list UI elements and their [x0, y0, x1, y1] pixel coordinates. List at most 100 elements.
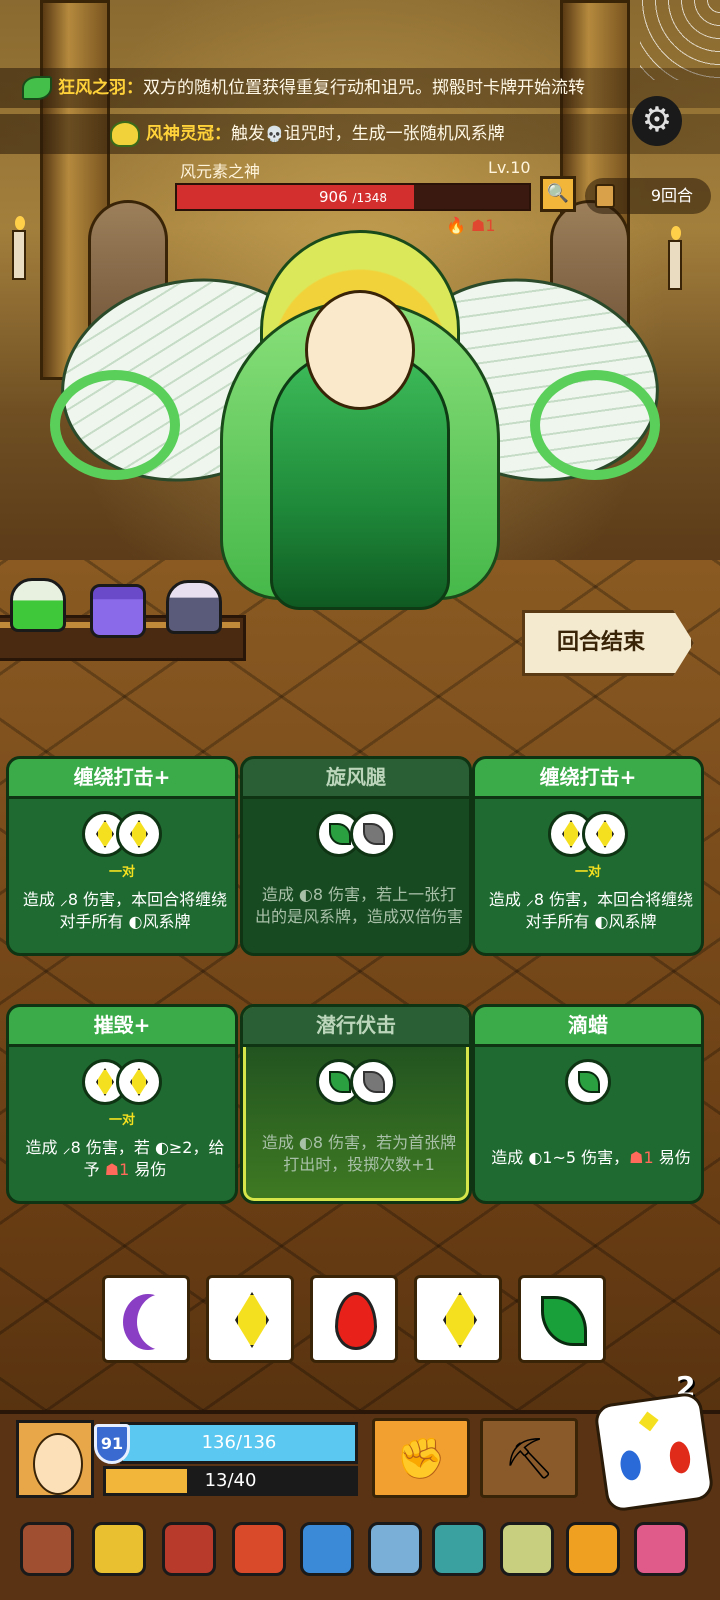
pair-label: 一对	[574, 865, 601, 880]
inspect-button[interactable]: 🔍	[540, 176, 576, 212]
dice-diamond[interactable]	[414, 1275, 502, 1363]
dice-slot	[350, 1059, 396, 1105]
candle-icon	[668, 226, 682, 290]
relic-name: 狂风之羽	[58, 78, 126, 98]
dice-slots	[475, 811, 701, 861]
boss-hp-current: 906	[318, 188, 348, 206]
flame-icon	[335, 1292, 377, 1350]
card-description: 造成 ◐1~5 伤害，☗1 易伤	[491, 1148, 691, 1167]
vulnerable-icon: ☗1	[104, 1160, 130, 1179]
helmet-equip-icon[interactable]	[92, 1522, 146, 1576]
scroll-icon	[595, 184, 615, 208]
card-title: 潜行伏击	[243, 1007, 469, 1047]
mask-equip-icon[interactable]	[232, 1522, 286, 1576]
card-description: 造成 ⸝8 伤害，本回合将缠绕对手所有 ◐风系牌	[22, 890, 228, 931]
gear-icon: ⚙	[641, 100, 673, 140]
end-turn-button[interactable]: 回合结束	[522, 610, 694, 676]
shield-badge: 91	[94, 1424, 130, 1464]
diamond-icon	[130, 820, 148, 848]
hood-equip-icon[interactable]	[162, 1522, 216, 1576]
card-whirlwind-kick[interactable]: 旋风腿 造成 ◐8 伤害，若上一张打出的是风系牌，造成双倍伤害	[240, 756, 472, 956]
grey-potion-icon[interactable]	[166, 580, 222, 634]
shield-equip-icon[interactable]	[20, 1522, 74, 1576]
dice-slots	[475, 1059, 701, 1109]
diamond-icon	[96, 1068, 114, 1096]
claw-equip-icon[interactable]	[566, 1522, 620, 1576]
player-energy-bar: 13/40	[103, 1466, 358, 1496]
dice-slot	[116, 811, 162, 857]
feather-icon	[22, 76, 52, 100]
boss-level: Lv.10	[488, 158, 531, 177]
dice-slot	[565, 1059, 611, 1105]
dice-slot	[116, 1059, 162, 1105]
card-sneak-ambush[interactable]: 潜行伏击 造成 ◐8 伤害，若为首张牌打出时，投掷次数+1	[240, 1004, 472, 1204]
diamond-icon	[562, 820, 580, 848]
dice-moon[interactable]	[102, 1275, 190, 1363]
leaf-icon	[329, 1071, 351, 1093]
card-description: 造成 ⸝8 伤害，若 ◐≥2，给予 ☗1 易伤	[25, 1138, 225, 1179]
tendril	[50, 370, 180, 480]
leaf-icon	[363, 823, 385, 845]
dice-slots	[243, 1059, 469, 1109]
relic-banner-2: 风神灵冠：触发💀诅咒时，生成一张随机风系牌	[0, 114, 720, 154]
settings-gear-button[interactable]: ⚙	[632, 96, 682, 146]
dagger-equip-icon[interactable]	[368, 1522, 422, 1576]
dice-slots	[9, 1059, 235, 1109]
dice-slot	[582, 811, 628, 857]
moon-icon	[137, 1294, 187, 1350]
skull-icon: 💀	[265, 125, 284, 143]
shovel-icon: ⛏	[503, 1436, 555, 1482]
card-entangle-strike[interactable]: 缠绕打击+ 一对 造成 ⸝8 伤害，本回合将缠绕对手所有 ◐风系牌	[6, 756, 238, 956]
card-description: 造成 ◐8 伤害，若上一张打出的是风系牌，造成双倍伤害	[255, 885, 464, 926]
wind-goddess-boss[interactable]	[42, 220, 678, 620]
diamond-icon	[235, 1292, 269, 1348]
card-description: 造成 ⸝8 伤害，本回合将缠绕对手所有 ◐风系牌	[488, 890, 694, 931]
diamond-icon	[443, 1292, 477, 1348]
heart-amulet-equip-icon[interactable]	[634, 1522, 688, 1576]
feather-equip-icon[interactable]	[500, 1522, 554, 1576]
attack-fist-button[interactable]: ✊	[372, 1418, 470, 1498]
card-drip-wax[interactable]: 滴蜡 造成 ◐1~5 伤害，☗1 易伤	[472, 1004, 704, 1204]
diamond-icon	[96, 820, 114, 848]
card-entangle-strike[interactable]: 缠绕打击+ 一对 造成 ⸝8 伤害，本回合将缠绕对手所有 ◐风系牌	[472, 756, 704, 956]
boss-hp-bar: 906 /1348	[175, 183, 531, 211]
player-avatar[interactable]	[16, 1420, 94, 1498]
leaf-icon	[329, 823, 351, 845]
card-description: 造成 ◐8 伤害，若为首张牌打出时，投掷次数+1	[261, 1133, 457, 1174]
relic-name: 风神灵冠	[146, 124, 214, 144]
card-destroy[interactable]: 摧毁+ 一对 造成 ⸝8 伤害，若 ◐≥2，给予 ☗1 易伤	[6, 1004, 238, 1204]
lion-badge-equip-icon[interactable]	[432, 1522, 486, 1576]
roll-dice-button[interactable]	[593, 1391, 715, 1513]
card-title: 旋风腿	[243, 759, 469, 799]
dice-flame[interactable]	[310, 1275, 398, 1363]
tendril	[530, 370, 660, 480]
round-counter: 9回合	[585, 178, 711, 214]
player-hp-bar: 136/136	[120, 1422, 358, 1464]
dice-diamond[interactable]	[206, 1275, 294, 1363]
diamond-icon	[637, 1410, 660, 1433]
card-title: 滴蜡	[475, 1007, 701, 1047]
card-title: 缠绕打击+	[9, 759, 235, 799]
equipment-row	[0, 1508, 720, 1594]
green-potion-icon[interactable]	[10, 578, 66, 632]
vulnerable-icon: ☗1	[629, 1148, 654, 1167]
pair-label: 一对	[108, 1113, 135, 1128]
boss-face	[305, 290, 415, 410]
fist-icon: ✊	[396, 1436, 446, 1482]
crown-icon	[110, 121, 140, 147]
pair-label: 一对	[108, 865, 135, 880]
purple-potion-icon[interactable]	[90, 584, 146, 638]
magnifier-icon: 🔍	[546, 183, 570, 204]
dig-button[interactable]: ⛏	[480, 1418, 578, 1498]
dice-leaf[interactable]	[518, 1275, 606, 1363]
leaf-icon	[541, 1296, 587, 1346]
boss-name: 风元素之神	[180, 162, 261, 181]
dice-slot	[350, 811, 396, 857]
leaf-icon	[363, 1071, 385, 1093]
card-title: 摧毁+	[9, 1007, 235, 1047]
card-title: 缠绕打击+	[475, 759, 701, 799]
leaf-icon	[578, 1071, 600, 1093]
blue-shield-equip-icon[interactable]	[300, 1522, 354, 1576]
candle-icon	[12, 216, 26, 280]
boss-hp-max: /1348	[352, 191, 387, 205]
